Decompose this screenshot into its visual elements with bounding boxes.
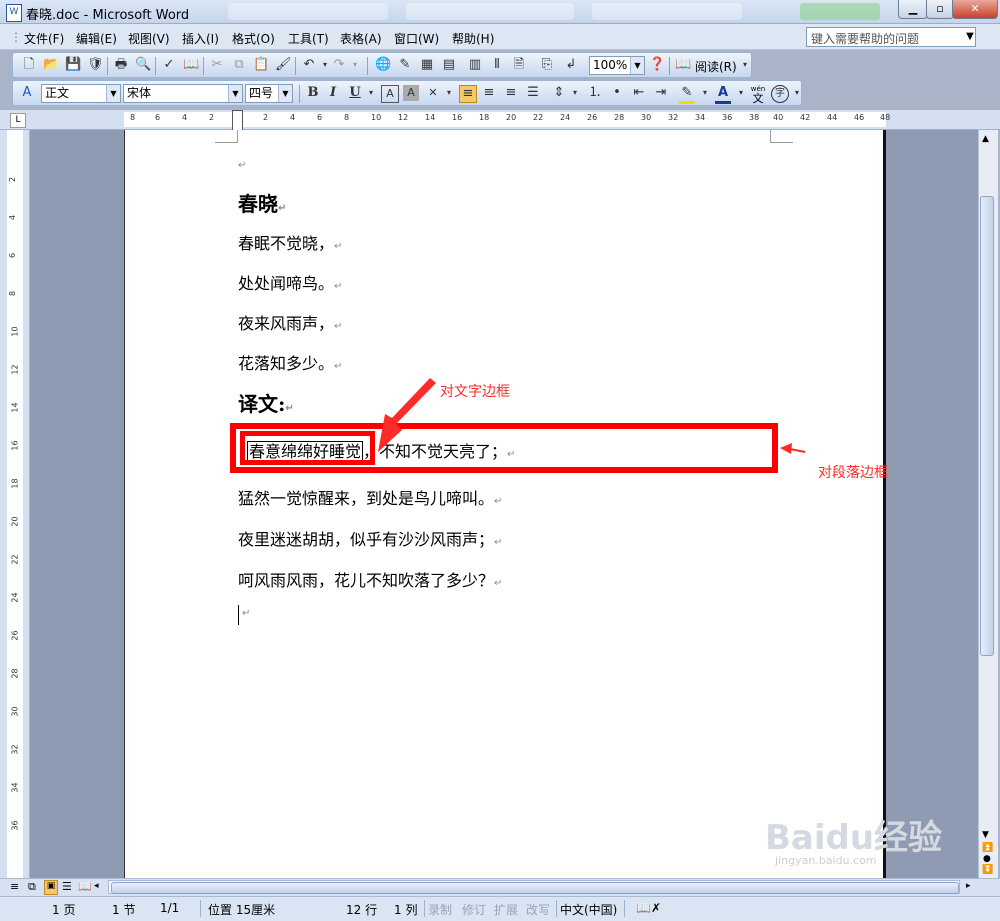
status-section: 1 节 [112, 903, 136, 917]
status-record[interactable]: 录制 [428, 901, 452, 918]
spelling-status-icon[interactable]: 📖✗ [636, 901, 661, 915]
horizontal-scroll-thumb[interactable] [111, 882, 959, 894]
arrow-line [789, 448, 806, 453]
status-separator [556, 900, 557, 917]
normal-view-icon[interactable]: ≡ [10, 880, 19, 893]
status-separator [624, 900, 625, 917]
annotation-arrows [378, 378, 806, 454]
status-separator [424, 900, 425, 917]
scroll-left-icon[interactable]: ◂ [94, 881, 99, 891]
arrow-to-paragraph-border [780, 443, 792, 454]
next-page-icon[interactable]: ⏬ [982, 865, 993, 875]
status-column: 1 列 [394, 903, 418, 917]
previous-page-icon[interactable]: ⏫ [982, 843, 993, 853]
text-border-label: 对文字边框 [440, 384, 510, 400]
paragraph-border-label: 对段落边框 [818, 465, 888, 481]
web-view-icon[interactable]: ⧉ [28, 880, 36, 894]
status-extend[interactable]: 扩展 [494, 901, 518, 918]
status-page: 1 页 [52, 903, 76, 917]
status-separator [200, 900, 201, 917]
status-overtype[interactable]: 改写 [526, 901, 550, 918]
scroll-down-icon[interactable]: ▼ [982, 830, 989, 840]
browse-object-icon[interactable]: ● [983, 854, 991, 864]
status-bar: 1 页 1 节 1/1 位置 15厘米 12 行 1 列 录制 修订 扩展 改写… [0, 896, 1000, 921]
horizontal-scrollbar[interactable] [108, 880, 960, 894]
arrow-to-text-border [378, 378, 436, 452]
outline-view-icon[interactable]: ☰ [62, 880, 72, 893]
vertical-scroll-thumb[interactable] [980, 196, 994, 656]
status-language: 中文(中国) [560, 903, 618, 917]
scroll-up-icon[interactable]: ▲ [982, 134, 989, 144]
status-track-changes[interactable]: 修订 [462, 901, 486, 918]
status-line: 12 行 [346, 903, 378, 917]
scroll-right-icon[interactable]: ▸ [966, 881, 971, 891]
reading-view-icon[interactable]: 📖 [78, 880, 92, 893]
status-position: 位置 15厘米 [208, 903, 276, 917]
status-pages: 1/1 [160, 901, 180, 915]
print-layout-icon[interactable]: ▣ [44, 880, 58, 895]
